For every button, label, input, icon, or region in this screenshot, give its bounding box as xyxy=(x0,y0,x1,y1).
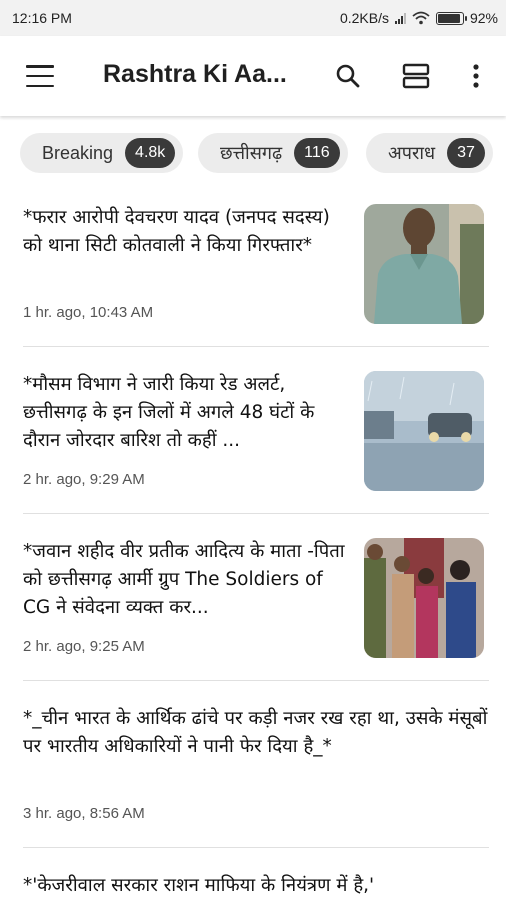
divider xyxy=(23,847,489,848)
status-time: 12:16 PM xyxy=(12,10,72,26)
status-indicators: 0.2KB/s 92% xyxy=(340,10,498,26)
chip-label: अपराध xyxy=(388,143,436,163)
news-headline[interactable]: *_चीन भारत के आर्थिक ढांचे पर कड़ी नजर र… xyxy=(23,705,488,761)
more-options-icon[interactable] xyxy=(456,56,496,96)
chip-count: 116 xyxy=(294,138,340,168)
battery-icon xyxy=(435,11,467,25)
divider xyxy=(23,513,489,514)
news-thumbnail[interactable] xyxy=(364,204,484,324)
wifi-icon xyxy=(412,11,430,25)
news-headline[interactable]: *'केजरीवाल सरकार राशन माफिया के नियंत्रण… xyxy=(23,872,488,900)
news-thumbnail[interactable] xyxy=(364,371,484,491)
chip-breaking[interactable]: Breaking 4.8k xyxy=(20,133,184,173)
search-icon[interactable] xyxy=(328,56,368,96)
news-thumbnail[interactable] xyxy=(364,538,484,658)
chip-count: 4.8k xyxy=(125,138,176,168)
news-timestamp: 2 hr. ago, 9:29 AM xyxy=(23,471,145,488)
category-chips: Breaking 4.8k छत्तीसगढ़ 116 अपराध 37 xyxy=(0,130,506,178)
layout-view-icon[interactable] xyxy=(396,56,436,96)
chip-label: छत्तीसगढ़ xyxy=(220,143,283,163)
chip-crime[interactable]: अपराध 37 xyxy=(366,133,493,173)
chip-chhattisgarh[interactable]: छत्तीसगढ़ 116 xyxy=(198,133,348,173)
news-timestamp: 1 hr. ago, 10:43 AM xyxy=(23,304,154,321)
news-headline[interactable]: *फरार आरोपी देवचरण यादव (जनपद सदस्य) को … xyxy=(23,204,353,260)
chip-label: Breaking xyxy=(42,142,114,163)
signal-icon xyxy=(394,12,406,24)
status-bar: 12:16 PM 0.2KB/s 92% xyxy=(0,0,506,36)
network-speed: 0.2KB/s xyxy=(339,10,389,26)
news-headline[interactable]: *मौसम विभाग ने जारी किया रेड अलर्ट, छत्त… xyxy=(23,371,353,455)
divider xyxy=(23,680,489,681)
news-timestamp: 2 hr. ago, 9:25 AM xyxy=(23,638,145,655)
divider xyxy=(23,346,489,347)
menu-icon[interactable] xyxy=(26,65,54,87)
news-headline[interactable]: *जवान शहीद वीर प्रतीक आदित्य के माता -पि… xyxy=(23,538,353,622)
news-timestamp: 3 hr. ago, 8:56 AM xyxy=(23,805,145,822)
app-bar: Rashtra Ki Aa... xyxy=(0,36,506,116)
app-title: Rashtra Ki Aa... xyxy=(103,60,287,88)
battery-percent: 92% xyxy=(469,10,498,26)
chip-count: 37 xyxy=(447,138,485,168)
